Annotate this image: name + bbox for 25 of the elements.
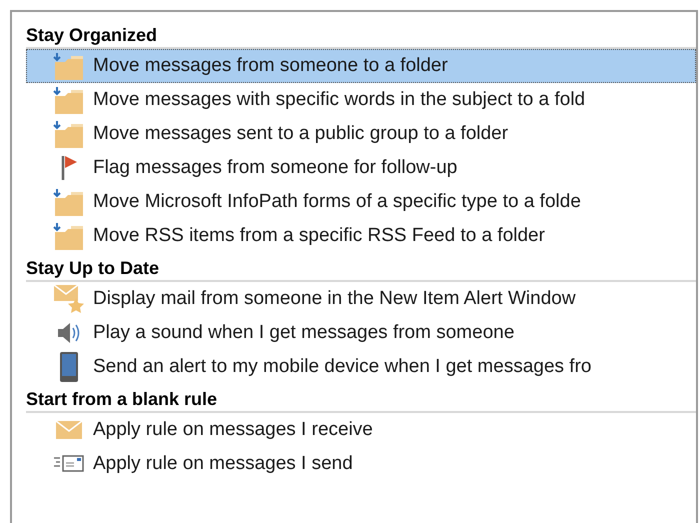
- rule-template-item[interactable]: Display mail from someone in the New Item Alert Window: [26, 282, 696, 316]
- rule-template-item[interactable]: Move messages sent to a public group to a folder: [26, 117, 696, 151]
- rule-template-item[interactable]: Move messages with specific words in the subject to a fold: [26, 83, 696, 117]
- envelope-star-icon: [53, 284, 85, 314]
- rule-template-item[interactable]: Play a sound when I get messages from someone: [26, 316, 696, 350]
- speaker-icon: [56, 322, 82, 344]
- rule-template-item[interactable]: Move messages from someone to a folder: [26, 49, 696, 83]
- folder-icon: [53, 52, 85, 80]
- rule-template-item[interactable]: Flag messages from someone for follow-up: [26, 151, 696, 185]
- folder-icon: [53, 222, 85, 250]
- rule-template-item[interactable]: Move Microsoft InfoPath forms of a specific type to a folde: [26, 185, 696, 219]
- rule-template-item[interactable]: Send an alert to my mobile device when I get messages fro: [26, 350, 696, 384]
- mobile-phone-icon: [59, 351, 79, 383]
- rule-template-item[interactable]: Apply rule on messages I send: [26, 447, 696, 481]
- folder-icon: [53, 86, 85, 114]
- folder-icon: [53, 120, 85, 148]
- section-heading: Stay Organized: [26, 24, 158, 46]
- rule-template-item[interactable]: Apply rule on messages I receive: [26, 413, 696, 447]
- folder-icon: [53, 188, 85, 216]
- rule-template-item[interactable]: Move RSS items from a specific RSS Feed to a folder: [26, 219, 696, 253]
- envelope-icon: [55, 419, 83, 441]
- sending-envelope-icon: [53, 454, 85, 474]
- section-heading: Start from a blank rule: [26, 388, 218, 410]
- section-heading: Stay Up to Date: [26, 257, 160, 279]
- flag-icon: [59, 154, 79, 182]
